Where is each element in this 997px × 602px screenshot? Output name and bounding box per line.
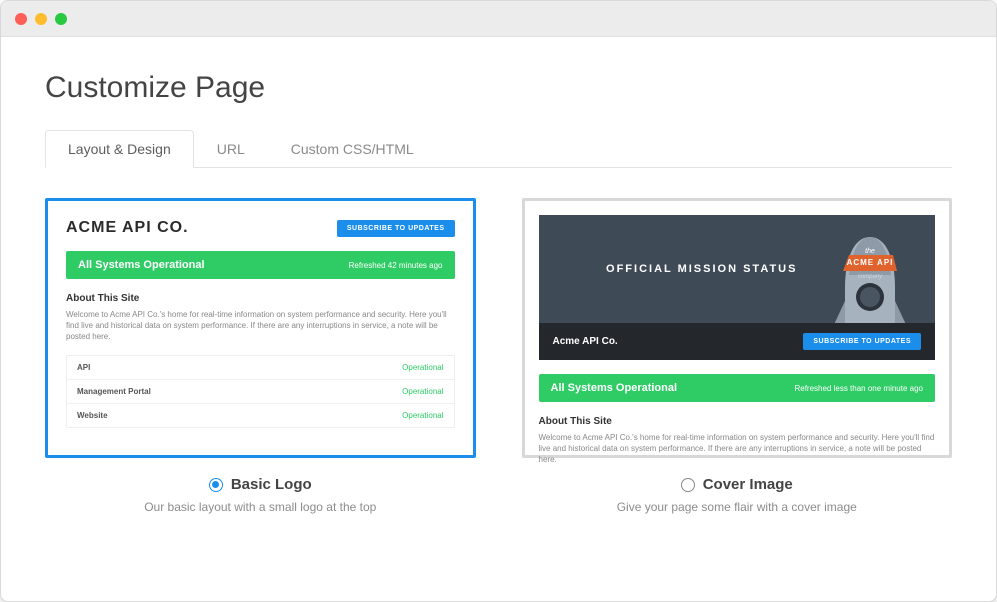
svg-text:ACME API: ACME API (847, 258, 894, 267)
about-heading: About This Site (539, 416, 936, 427)
status-text: All Systems Operational (78, 259, 205, 271)
component-status: Operational (402, 411, 443, 420)
component-status: Operational (402, 387, 443, 396)
status-refreshed: Refreshed less than one minute ago (794, 384, 923, 393)
option-footer: Cover Image Give your page some flair wi… (522, 476, 953, 514)
option-description: Our basic layout with a small logo at th… (45, 500, 476, 514)
cover-hero: OFFICIAL MISSION STATUS the (539, 215, 936, 323)
radio-label: Basic Logo (231, 476, 312, 493)
status-refreshed: Refreshed 42 minutes ago (349, 261, 443, 270)
option-footer: Basic Logo Our basic layout with a small… (45, 476, 476, 514)
close-icon[interactable] (15, 13, 27, 25)
preview-logo-text: ACME API CO. (66, 219, 189, 237)
page-title: Customize Page (45, 71, 952, 105)
option-description: Give your page some flair with a cover i… (522, 500, 953, 514)
option-cover-image: OFFICIAL MISSION STATUS the (522, 198, 953, 514)
subscribe-button: SUBSCRIBE TO UPDATES (337, 220, 455, 237)
about-body: Welcome to Acme API Co.'s home for real-… (539, 432, 936, 466)
component-name: Website (77, 411, 108, 420)
minimize-icon[interactable] (35, 13, 47, 25)
page-content: Customize Page Layout & Design URL Custo… (1, 37, 996, 514)
about-heading: About This Site (66, 293, 455, 304)
cover-company-bar: Acme API Co. SUBSCRIBE TO UPDATES (539, 323, 936, 360)
tab-layout-design[interactable]: Layout & Design (45, 130, 194, 168)
component-status: Operational (402, 363, 443, 372)
preview-header: ACME API CO. SUBSCRIBE TO UPDATES (66, 219, 455, 237)
table-row: Management Portal Operational (67, 380, 454, 404)
tab-url[interactable]: URL (194, 130, 268, 168)
rocket-icon: the ACME API company (827, 231, 913, 323)
table-row: Website Operational (67, 404, 454, 427)
components-table: API Operational Management Portal Operat… (66, 355, 455, 428)
svg-text:the: the (865, 248, 875, 255)
window-titlebar (1, 1, 996, 37)
zoom-icon[interactable] (55, 13, 67, 25)
tab-bar: Layout & Design URL Custom CSS/HTML (45, 129, 952, 168)
component-name: API (77, 363, 90, 372)
radio-cover-image[interactable]: Cover Image (522, 476, 953, 493)
preview-basic-logo[interactable]: ACME API CO. SUBSCRIBE TO UPDATES All Sy… (45, 198, 476, 458)
app-window: Customize Page Layout & Design URL Custo… (0, 0, 997, 602)
option-basic-logo: ACME API CO. SUBSCRIBE TO UPDATES All Sy… (45, 198, 476, 514)
status-bar: All Systems Operational Refreshed 42 min… (66, 251, 455, 279)
radio-label: Cover Image (703, 476, 793, 493)
tab-custom-css-html[interactable]: Custom CSS/HTML (268, 130, 437, 168)
radio-basic-logo[interactable]: Basic Logo (45, 476, 476, 493)
component-name: Management Portal (77, 387, 151, 396)
cover-company-name: Acme API Co. (553, 336, 618, 347)
cover-hero-title: OFFICIAL MISSION STATUS (606, 263, 797, 275)
svg-text:company: company (858, 274, 883, 280)
status-bar: All Systems Operational Refreshed less t… (539, 374, 936, 402)
preview-cover-image[interactable]: OFFICIAL MISSION STATUS the (522, 198, 953, 458)
table-row: API Operational (67, 356, 454, 380)
about-body: Welcome to Acme API Co.'s home for real-… (66, 309, 455, 343)
radio-icon (681, 478, 695, 492)
status-text: All Systems Operational (551, 382, 678, 394)
subscribe-button: SUBSCRIBE TO UPDATES (803, 333, 921, 350)
layout-options: ACME API CO. SUBSCRIBE TO UPDATES All Sy… (45, 198, 952, 514)
radio-icon (209, 478, 223, 492)
